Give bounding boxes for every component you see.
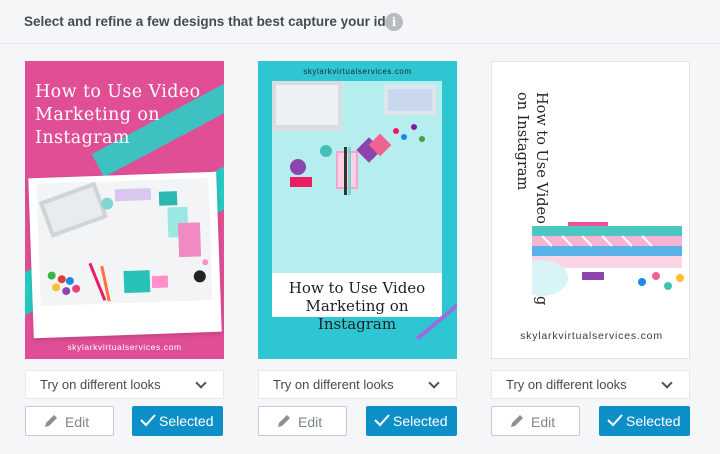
selected-button[interactable]: Selected [599, 406, 690, 436]
design-url: skylarkvirtualservices.com [67, 342, 182, 352]
edit-button[interactable]: Edit [258, 406, 347, 436]
selected-label: Selected [626, 413, 681, 429]
edit-label: Edit [531, 414, 556, 430]
edit-button[interactable]: Edit [491, 406, 580, 436]
page-heading: Select and refine a few designs that bes… [24, 14, 401, 29]
selected-label: Selected [159, 413, 214, 429]
edit-label: Edit [298, 414, 323, 430]
desk-illustration [38, 181, 209, 302]
design-preview-2[interactable]: skylarkvirtualservices.com How to Use Vi… [258, 61, 457, 359]
pencil-icon [278, 415, 290, 427]
looks-dropdown[interactable]: Try on different looks [491, 370, 690, 399]
checkmark-icon [140, 414, 156, 427]
design-url: skylarkvirtualservices.com [520, 330, 663, 342]
looks-dropdown[interactable]: Try on different looks [258, 370, 457, 399]
edit-label: Edit [65, 414, 90, 430]
chevron-down-icon [661, 377, 673, 389]
design-title: How to Use Video Marketing on Instagram [35, 82, 201, 148]
desk-photo [516, 178, 689, 302]
info-icon[interactable]: i [385, 13, 403, 31]
design-preview-3[interactable]: How to Use Video Marketing on Instagram [491, 61, 690, 359]
desk-photo-image [36, 178, 213, 306]
desk-photo [28, 171, 222, 339]
chevron-down-icon [428, 377, 440, 389]
checkmark-icon [374, 414, 390, 427]
design-title: How to Use Video Marketing on Instagram [288, 279, 426, 333]
dropdown-label: Try on different looks [273, 377, 394, 392]
edit-button[interactable]: Edit [25, 406, 114, 436]
checkmark-icon [607, 414, 623, 427]
design-url: skylarkvirtualservices.com [303, 67, 412, 76]
selected-label: Selected [393, 413, 448, 429]
dropdown-label: Try on different looks [40, 377, 161, 392]
looks-dropdown[interactable]: Try on different looks [25, 370, 224, 399]
desk-illustration [516, 178, 684, 296]
dropdown-label: Try on different looks [506, 377, 627, 392]
selected-button[interactable]: Selected [366, 406, 457, 436]
chevron-down-icon [195, 377, 207, 389]
pencil-icon [511, 415, 523, 427]
selected-button[interactable]: Selected [132, 406, 223, 436]
design-preview-1[interactable]: How to Use Video Marketing on Instagram [25, 61, 224, 359]
pencil-icon [45, 415, 57, 427]
